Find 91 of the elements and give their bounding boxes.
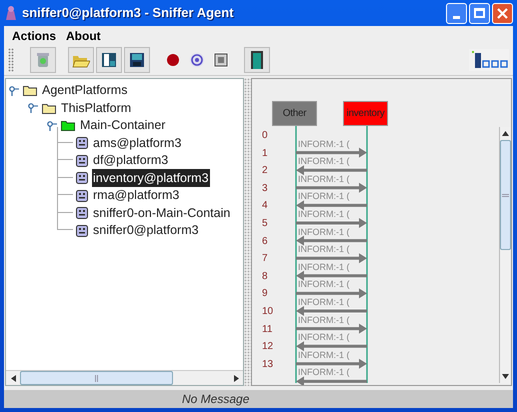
close-button[interactable] [492,2,513,24]
status-message: No Message [182,391,250,408]
door-icon [250,50,264,70]
message-arrow[interactable] [296,165,367,176]
message-label: INFORM:-1 ( [298,140,350,149]
message-label: INFORM:-1 ( [298,333,350,342]
message-arrow[interactable] [296,218,367,228]
agent-icon [76,207,88,219]
message-label: INFORM:-1 ( [298,316,350,325]
menu-item[interactable]: Actions [12,26,56,44]
tree-item[interactable]: ams@platform3 [92,134,182,152]
exit-door-button[interactable] [244,47,270,73]
row-number: 8 [262,272,268,282]
scroll-up-icon[interactable] [502,131,509,136]
expand-handle-icon[interactable] [9,86,19,96]
row-number: 7 [262,254,268,264]
message-arrow[interactable] [296,358,367,369]
tree-item[interactable]: AgentPlatforms [41,81,128,100]
folder-icon [61,120,75,131]
row-number: 4 [262,201,268,212]
message-label: INFORM:-1 ( [298,157,350,166]
row-number: 13 [262,360,274,370]
scroll-left-icon[interactable] [10,374,16,382]
row-number: 11 [262,324,272,335]
message-arrow[interactable] [296,236,367,246]
spiral-icon [189,52,205,68]
horizontal-scrollbar[interactable] [6,370,243,385]
message-label: INFORM:-1 ( [298,262,350,272]
agent-icon [76,190,88,202]
message-arrow[interactable] [296,288,367,298]
row-number: 2 [262,166,268,176]
document-icon [101,52,117,68]
message-label: INFORM:-1 ( [298,280,350,290]
agent-icon [76,137,88,149]
row-number: 10 [262,307,274,317]
scroll-right-icon[interactable] [234,374,238,382]
vertical-scrollbar[interactable] [499,127,511,383]
scroll-down-icon[interactable] [502,374,509,379]
message-label: INFORM:-1 ( [298,368,350,378]
message-arrow[interactable] [296,148,367,158]
agent-icon [76,154,88,166]
message-arrow[interactable] [296,376,367,385]
expand-handle-icon[interactable] [28,103,38,113]
square-icon [214,53,228,67]
message-label: INFORM:-1 ( [298,192,350,202]
message-arrow[interactable] [296,253,367,264]
message-label: INFORM:-1 ( [298,245,350,254]
row-number: 9 [262,289,268,300]
row-number: 0 [262,131,268,141]
save-as-button[interactable] [96,47,122,73]
app-icon [4,5,18,21]
window-title: sniffer0@platform3 - Sniffer Agent [22,4,234,22]
agent-box[interactable]: inventory [343,101,388,126]
agent-icon [76,172,88,184]
folder-icon [23,85,37,96]
close-icon [497,8,508,18]
agent-box[interactable]: Other [272,101,317,126]
logo-icon [469,49,509,71]
message-label: INFORM:-1 ( [298,350,350,360]
row-number: 3 [262,184,268,194]
tree-item[interactable]: df@platform3 [92,151,170,170]
menu-item[interactable]: About [66,26,101,44]
message-arrow[interactable] [296,306,367,316]
message-arrow[interactable] [296,270,367,281]
tree-item[interactable]: sniffer0@platform3 [92,221,200,240]
message-label: INFORM:-1 ( [298,210,350,219]
message-arrow[interactable] [296,341,367,352]
folder-icon [42,102,56,114]
tree-item[interactable]: sniffer0-on-Main-Contain [92,204,232,222]
message-arrow[interactable] [296,200,367,210]
record-icon [166,53,180,67]
trash-can-icon [36,52,50,68]
message-label: INFORM:-1 ( [298,298,350,307]
message-arrow[interactable] [296,324,367,334]
row-number: 1 [262,148,268,159]
tree-item[interactable]: inventory@platform3 [92,168,210,188]
tree-item[interactable]: Main-Container [79,116,166,135]
expand-handle-icon[interactable] [47,120,57,130]
row-number: 12 [262,342,274,352]
agent-icon [76,224,88,236]
tree-item[interactable]: ThisPlatform [60,98,132,118]
tree-item[interactable]: rma@platform3 [92,186,180,205]
row-number: 5 [262,219,268,229]
maximize-button[interactable] [469,2,490,24]
trash-button[interactable] [30,47,56,73]
message-label: INFORM:-1 ( [298,228,350,237]
message-label: INFORM:-1 ( [298,174,350,184]
row-number: 6 [262,236,268,247]
minimize-button[interactable] [446,2,467,24]
message-arrow[interactable] [296,182,367,193]
save-button[interactable] [124,47,150,73]
